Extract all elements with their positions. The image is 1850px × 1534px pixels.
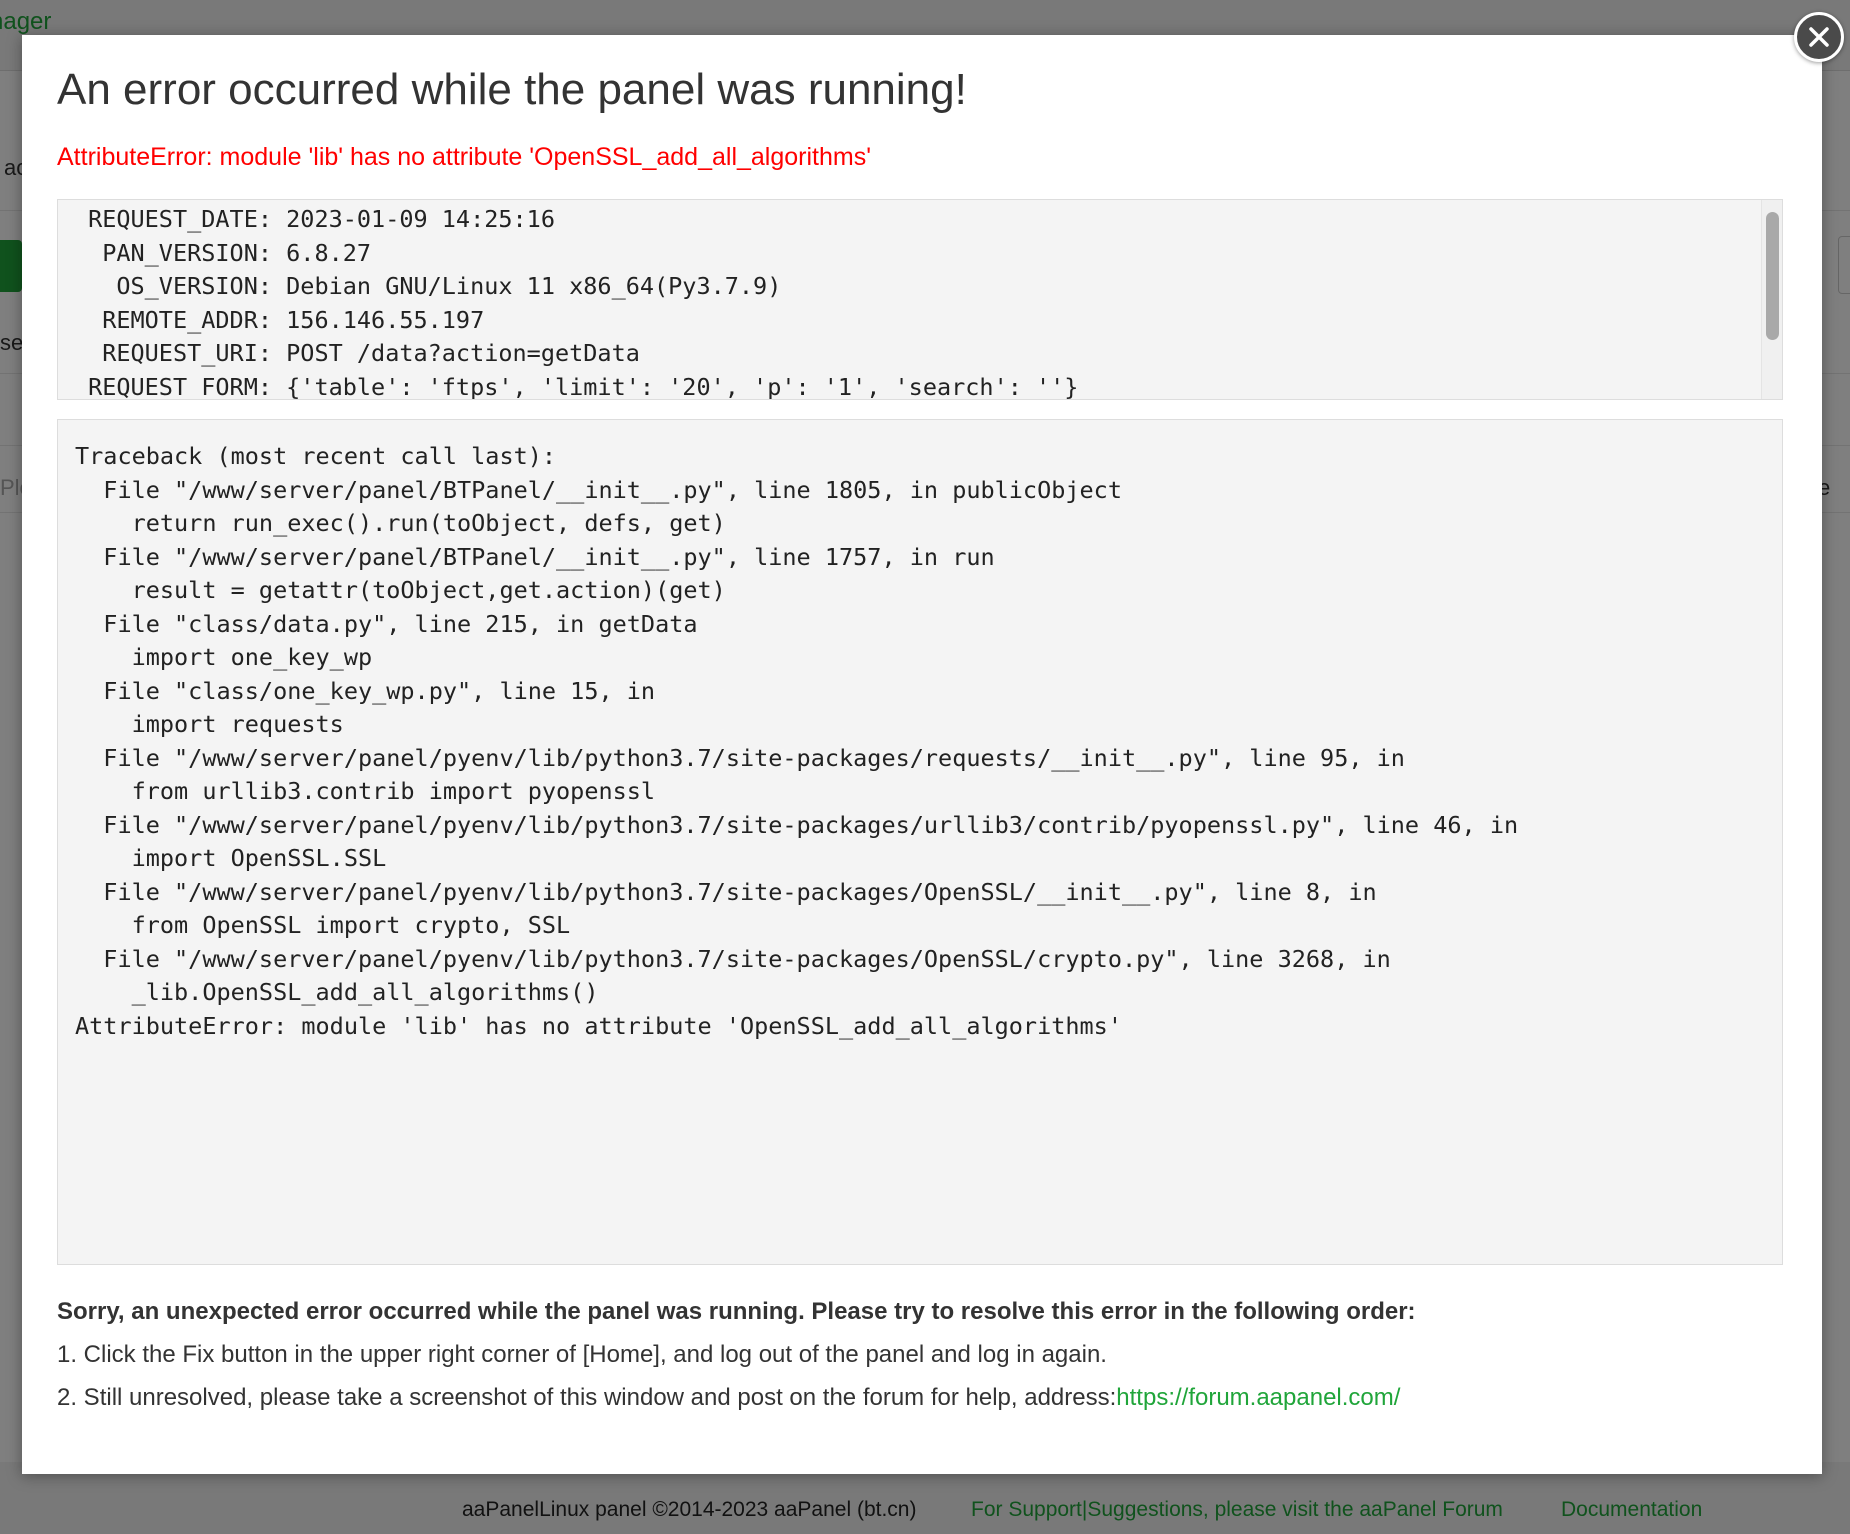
help-step-2: 2. Still unresolved, please take a scree… [57,1384,1400,1412]
request-info-key: REMOTE_ADDR: [102,305,272,334]
traceback-line: File "class/data.py", line 215, in getDa… [75,609,698,638]
scrollbar-thumb[interactable] [1766,212,1779,340]
error-dialog: An error occurred while the panel was ru… [22,35,1822,1474]
request-info-scrollbar[interactable] [1761,200,1782,399]
request-info-box[interactable]: REQUEST_DATE: 2023-01-09 14:25:16 PAN_VER… [57,199,1783,400]
traceback-line: import requests [75,710,344,738]
request-info-key: REQUEST_FORM: [88,372,272,400]
traceback-line: AttributeError: module 'lib' has no attr… [75,1011,1122,1040]
request-info-line: OS_VERSION: Debian GNU/Linux 11 x86_64(P… [75,270,1782,304]
request-info-value: 2023-01-09 14:25:16 [286,205,555,233]
close-button[interactable] [1794,12,1844,62]
request-info-line: REQUEST_FORM: {'table': 'ftps', 'limit':… [75,371,1782,400]
traceback-line: import one_key_wp [75,643,373,671]
help-step-1: 1. Click the Fix button in the upper rig… [57,1341,1107,1368]
request-info-value: {'table': 'ftps', 'limit': '20', 'p': '1… [286,372,1079,400]
request-info-value: POST /data?action=getData [286,339,640,367]
request-info-value: 156.146.55.197 [286,305,485,334]
request-info-value: 6.8.27 [286,238,372,267]
traceback-line: File "/www/server/panel/pyenv/lib/python… [75,944,1391,973]
request-info-value: Debian GNU/Linux 11 x86_64(Py3.7.9) [286,272,782,300]
traceback-line: import OpenSSL.SSL [75,844,387,872]
error-summary: AttributeError: module 'lib' has no attr… [57,143,871,171]
traceback-line: return run_exec().run(toObject, defs, ge… [75,509,726,537]
request-info-key: REQUEST_DATE: [88,205,272,233]
request-info-key: PAN_VERSION: [102,238,272,267]
traceback-line: File "class/one_key_wp.py", line 15, in [75,676,656,705]
traceback-line: _lib.OpenSSL_add_all_algorithms() [75,978,599,1006]
traceback-line: File "/www/server/panel/pyenv/lib/python… [75,877,1377,906]
close-icon [1809,27,1829,47]
request-info-line: REQUEST_DATE: 2023-01-09 14:25:16 [75,203,1782,237]
traceback-line: from urllib3.contrib import pyopenssl [75,777,656,805]
traceback-line: result = getattr(toObject,get.action)(ge… [75,576,726,604]
forum-link[interactable]: https://forum.aapanel.com/ [1116,1384,1400,1411]
help-step-2-text: 2. Still unresolved, please take a scree… [57,1384,1117,1411]
request-info-list: REQUEST_DATE: 2023-01-09 14:25:16 PAN_VER… [75,200,1782,400]
request-info-line: REQUEST_URI: POST /data?action=getData [75,337,1782,371]
request-info-key: REQUEST_URI: [102,339,272,367]
traceback-box[interactable]: Traceback (most recent call last): File … [57,419,1783,1265]
request-info-line: PAN_VERSION: 6.8.27 [75,237,1782,271]
traceback-line: Traceback (most recent call last): [75,442,557,470]
traceback-line: File "/www/server/panel/pyenv/lib/python… [75,810,1519,839]
request-info-key: OS_VERSION: [116,272,272,300]
traceback-line: File "/www/server/panel/pyenv/lib/python… [75,743,1405,772]
traceback-line: File "/www/server/panel/BTPanel/__init__… [75,475,1122,504]
traceback-line: from OpenSSL import crypto, SSL [75,911,571,939]
request-info-line: REMOTE_ADDR: 156.146.55.197 [75,304,1782,338]
traceback-line: File "/www/server/panel/BTPanel/__init__… [75,542,995,571]
dialog-title: An error occurred while the panel was ru… [57,65,967,114]
help-heading: Sorry, an unexpected error occurred whil… [57,1298,1416,1325]
